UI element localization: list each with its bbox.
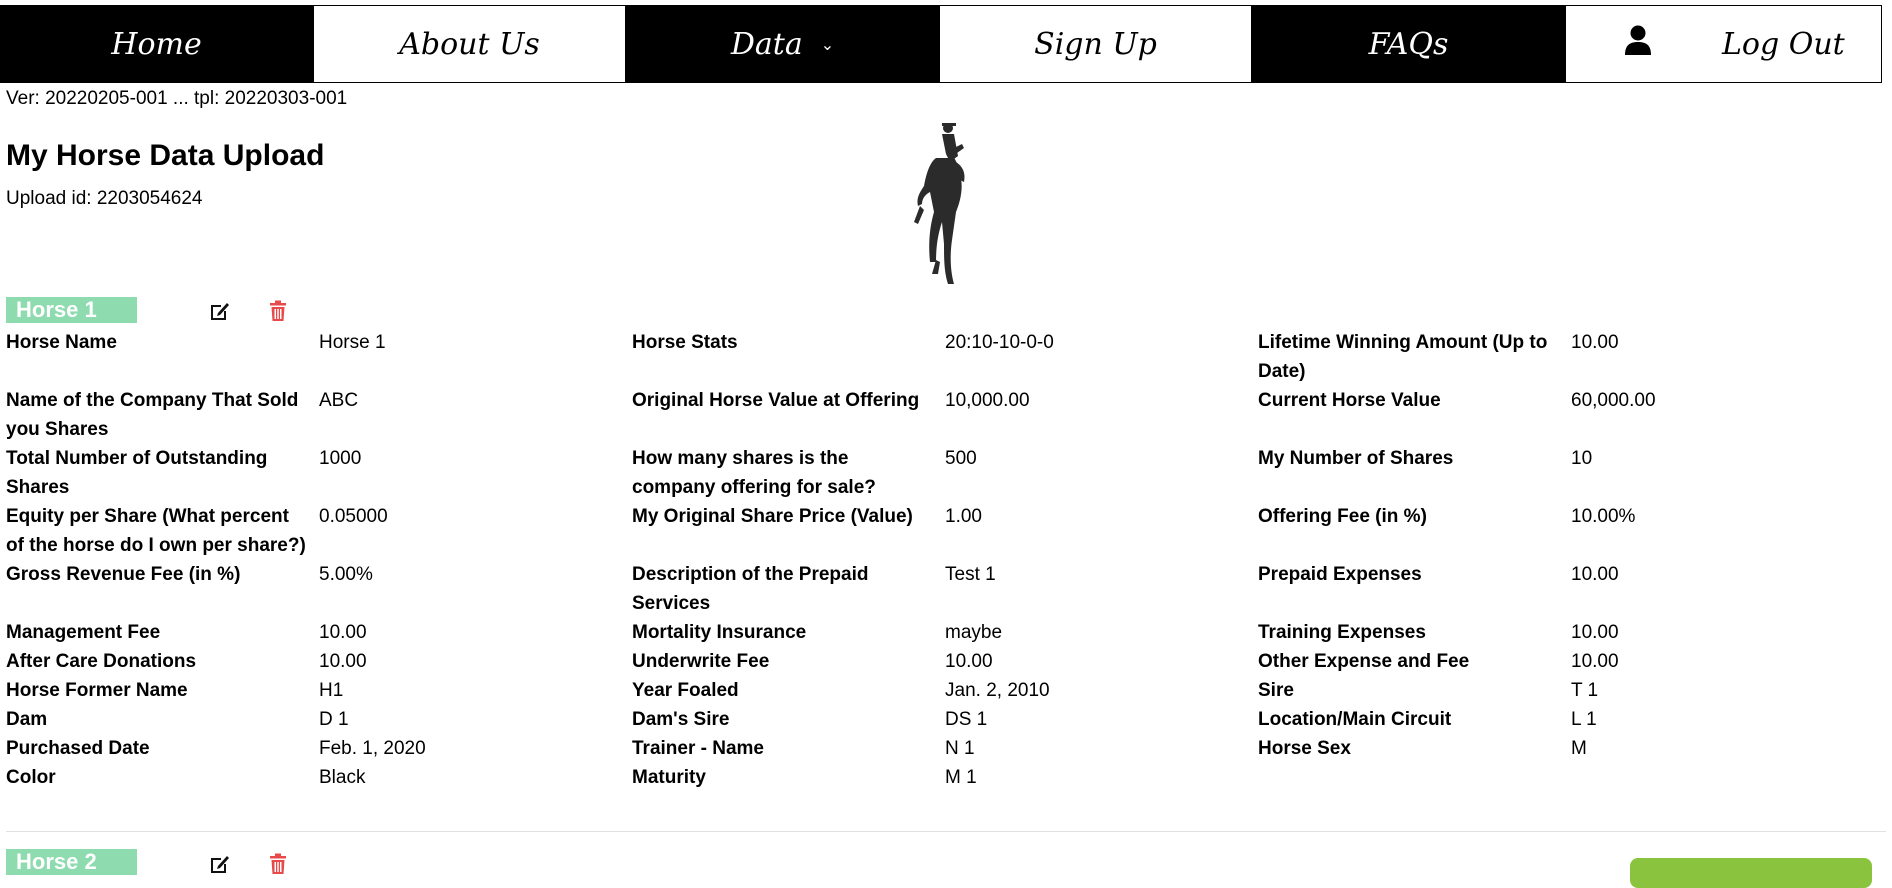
trash-icon[interactable] bbox=[266, 299, 290, 323]
field-label: Description of the Prepaid Services bbox=[632, 564, 869, 614]
field-label: Mortality Insurance bbox=[632, 622, 807, 643]
page-title: My Horse Data Upload bbox=[6, 139, 325, 172]
field-label: Horse Former Name bbox=[6, 680, 188, 701]
nav-logout-label: Log Out bbox=[1722, 26, 1845, 62]
field-value: M bbox=[1571, 738, 1587, 759]
field-value: 1.00 bbox=[945, 506, 982, 527]
field-value: T 1 bbox=[1571, 680, 1599, 701]
divider bbox=[6, 831, 1886, 832]
field-value: N 1 bbox=[945, 738, 975, 759]
horse-tag: Horse 2 bbox=[6, 849, 137, 875]
field-value: H1 bbox=[319, 680, 344, 701]
field-label: Current Horse Value bbox=[1258, 390, 1441, 411]
field-label: Management Fee bbox=[6, 622, 161, 643]
trash-icon[interactable] bbox=[266, 852, 290, 876]
field-value: 60,000.00 bbox=[1571, 390, 1656, 411]
field-value: DS 1 bbox=[945, 709, 988, 730]
field-label: My Original Share Price (Value) bbox=[632, 506, 913, 527]
field-label: Sire bbox=[1258, 680, 1294, 701]
nav-faqs-label: FAQs bbox=[1368, 26, 1449, 62]
field-value: 20:10-10-0-0 bbox=[945, 332, 1054, 353]
field-value: Test 1 bbox=[945, 564, 996, 585]
field-label: Horse Sex bbox=[1258, 738, 1351, 759]
action-button[interactable] bbox=[1630, 858, 1872, 888]
field-label: Horse Name bbox=[6, 332, 117, 353]
field-label: How many shares is the company offering … bbox=[632, 448, 876, 498]
field-value: 500 bbox=[945, 448, 977, 469]
field-value: 10.00 bbox=[1571, 622, 1619, 643]
upload-id: Upload id: 2203054624 bbox=[6, 188, 203, 209]
field-label: Gross Revenue Fee (in %) bbox=[6, 564, 241, 585]
horse-details-grid: Horse Name Horse 1 Horse Stats 20:10-10-0-0… bbox=[6, 328, 1886, 792]
nav-faqs[interactable]: FAQs bbox=[1252, 5, 1565, 83]
version-text: Ver: 20220205-001 ... tpl: 20220303-001 bbox=[6, 88, 348, 109]
field-label: Original Horse Value at Offering bbox=[632, 390, 920, 411]
field-label: Purchased Date bbox=[6, 738, 150, 759]
field-value bbox=[1571, 763, 1884, 792]
field-value: 10.00 bbox=[945, 651, 993, 672]
nav-data-dropdown[interactable]: Data ⌄ bbox=[626, 5, 939, 83]
field-label: Dam's Sire bbox=[632, 709, 730, 730]
edit-icon[interactable] bbox=[208, 299, 232, 323]
field-value: Jan. 2, 2010 bbox=[945, 680, 1050, 701]
field-label: Location/Main Circuit bbox=[1258, 709, 1452, 730]
field-value: Feb. 1, 2020 bbox=[319, 738, 426, 759]
field-label: Trainer - Name bbox=[632, 738, 764, 759]
horse-rider-logo bbox=[914, 123, 965, 284]
top-nav: Home About Us Data ⌄ Sign Up FAQs Log Out bbox=[0, 5, 1892, 83]
field-label: Lifetime Winning Amount (Up to Date) bbox=[1258, 332, 1548, 382]
field-label: Underwrite Fee bbox=[632, 651, 770, 672]
field-value: Horse 1 bbox=[319, 332, 386, 353]
field-value: Black bbox=[319, 767, 366, 788]
field-value: 10.00 bbox=[319, 622, 367, 643]
field-label: Dam bbox=[6, 709, 48, 730]
field-label: After Care Donations bbox=[6, 651, 197, 672]
field-label: Name of the Company That Sold you Shares bbox=[6, 390, 299, 440]
field-label: Other Expense and Fee bbox=[1258, 651, 1470, 672]
field-label: Maturity bbox=[632, 767, 706, 788]
field-value: 10.00% bbox=[1571, 506, 1636, 527]
field-label: Equity per Share (What percent of the ho… bbox=[6, 506, 306, 556]
field-value: D 1 bbox=[319, 709, 349, 730]
nav-signup-label: Sign Up bbox=[1034, 26, 1157, 62]
horse-tag: Horse 1 bbox=[6, 297, 137, 323]
field-value: 5.00% bbox=[319, 564, 373, 585]
nav-about[interactable]: About Us bbox=[313, 5, 626, 83]
nav-home-label: Home bbox=[111, 26, 202, 62]
field-label: Training Expenses bbox=[1258, 622, 1426, 643]
field-label: My Number of Shares bbox=[1258, 448, 1454, 469]
field-label: Offering Fee (in %) bbox=[1258, 506, 1427, 527]
field-label: Horse Stats bbox=[632, 332, 738, 353]
field-value: ABC bbox=[319, 390, 359, 411]
field-label: Total Number of Outstanding Shares bbox=[6, 448, 268, 498]
field-value: M 1 bbox=[945, 767, 977, 788]
field-label: Year Foaled bbox=[632, 680, 739, 701]
field-value: 10.00 bbox=[319, 651, 367, 672]
field-label: Color bbox=[6, 767, 56, 788]
edit-icon[interactable] bbox=[208, 852, 232, 876]
nav-about-label: About Us bbox=[399, 26, 540, 62]
nav-data-label: Data bbox=[730, 26, 803, 62]
field-value: 10,000.00 bbox=[945, 390, 1030, 411]
nav-home[interactable]: Home bbox=[0, 5, 313, 83]
nav-logout[interactable]: Log Out bbox=[1565, 5, 1882, 83]
field-label: Prepaid Expenses bbox=[1258, 564, 1422, 585]
field-value: 10 bbox=[1571, 448, 1593, 469]
field-value: 10.00 bbox=[1571, 564, 1619, 585]
field-label bbox=[1258, 763, 1571, 792]
chevron-down-icon: ⌄ bbox=[820, 34, 835, 54]
field-value: L 1 bbox=[1571, 709, 1597, 730]
field-value: 10.00 bbox=[1571, 651, 1619, 672]
field-value: 0.05000 bbox=[319, 506, 388, 527]
field-value: 10.00 bbox=[1571, 332, 1619, 353]
user-icon bbox=[1624, 25, 1652, 63]
nav-signup[interactable]: Sign Up bbox=[939, 5, 1252, 83]
field-value: 1000 bbox=[319, 448, 362, 469]
field-value: maybe bbox=[945, 622, 1003, 643]
